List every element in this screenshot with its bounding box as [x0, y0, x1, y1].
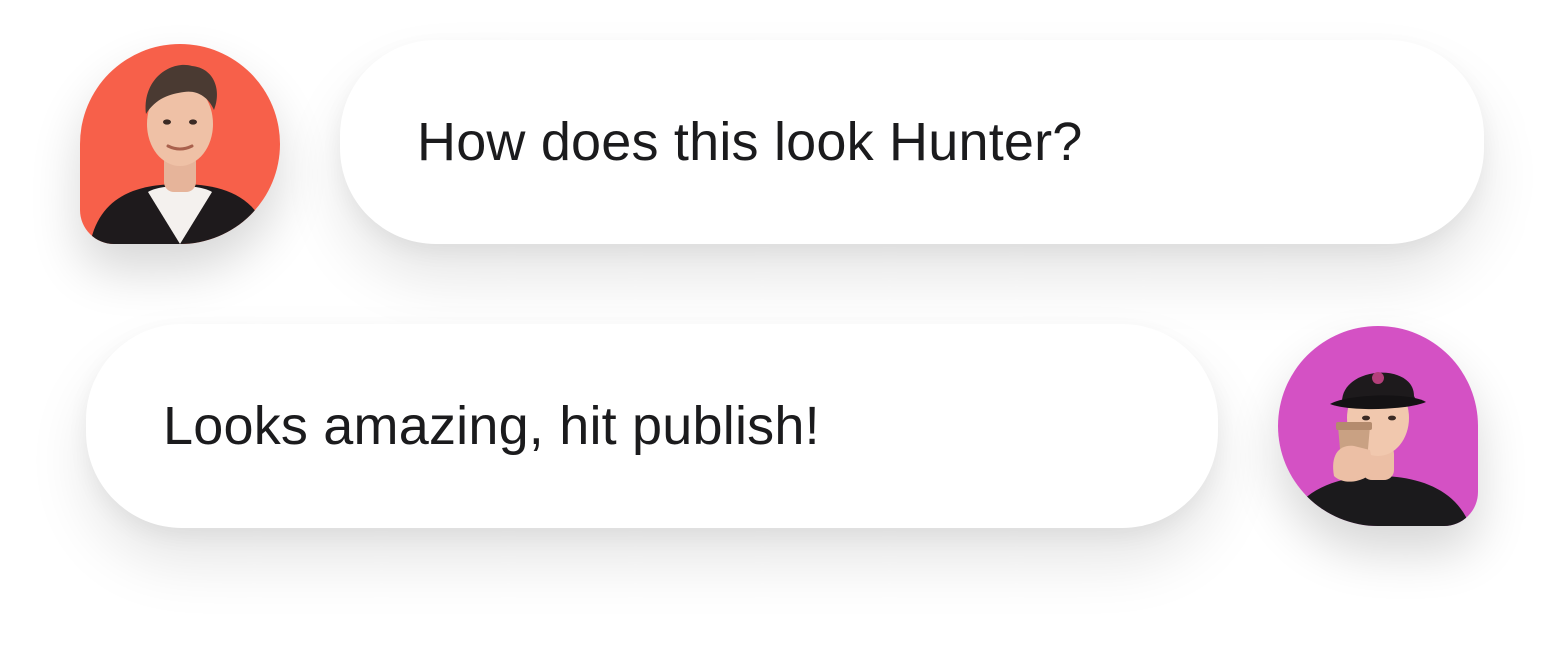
avatar[interactable] — [80, 44, 280, 244]
chat-conversation: How does this look Hunter? Looks amazing… — [0, 0, 1564, 648]
message-bubble[interactable]: Looks amazing, hit publish! — [86, 324, 1218, 528]
message-text: Looks amazing, hit publish! — [163, 396, 820, 456]
message-text: How does this look Hunter? — [417, 112, 1083, 172]
person-avatar-icon — [80, 44, 280, 244]
message-bubble[interactable]: How does this look Hunter? — [340, 40, 1484, 244]
person-avatar-icon — [1278, 326, 1478, 526]
avatar[interactable] — [1278, 326, 1478, 526]
